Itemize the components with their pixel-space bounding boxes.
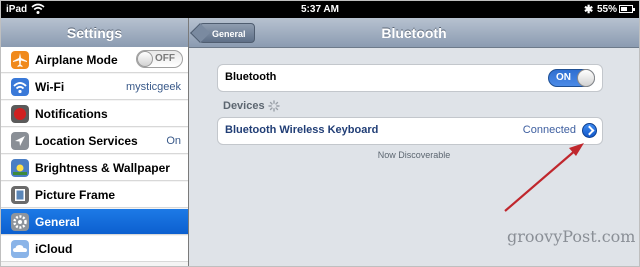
sidebar-item-airplane-mode[interactable]: Airplane Mode OFF xyxy=(1,47,188,73)
settings-sidebar: Settings Airplane Mode OFF Wi-Fi mysticg… xyxy=(1,18,189,266)
battery-nub xyxy=(633,8,635,11)
picture-frame-icon xyxy=(11,186,29,204)
disclosure-chevron-icon[interactable] xyxy=(582,123,597,138)
device-name: Bluetooth Wireless Keyboard xyxy=(225,124,379,136)
wifi-icon xyxy=(11,78,29,96)
gear-icon xyxy=(11,213,29,231)
sidebar-item-label: General xyxy=(35,215,80,229)
sidebar-item-brightness-wallpaper[interactable]: Brightness & Wallpaper xyxy=(1,155,188,181)
status-bar: iPad 5:37 AM ✱ 55% xyxy=(1,1,639,18)
sidebar-item-label: Location Services xyxy=(35,134,138,148)
toggle-state: ON xyxy=(556,72,571,83)
detail-navbar: General Bluetooth xyxy=(189,18,639,48)
sidebar-item-label: Picture Frame xyxy=(35,188,116,202)
bluetooth-row-label: Bluetooth xyxy=(225,71,277,83)
brightness-icon xyxy=(11,159,29,177)
toggle-state: OFF xyxy=(155,53,175,64)
sidebar-item-label: iCloud xyxy=(35,242,73,256)
sidebar-item-location-services[interactable]: Location Services On xyxy=(1,128,188,154)
sidebar-item-label: Notifications xyxy=(35,107,108,121)
icloud-icon xyxy=(11,240,29,258)
device-status: Connected xyxy=(522,124,576,136)
battery-icon xyxy=(619,5,635,13)
bluetooth-toggle-row: Bluetooth ON xyxy=(217,64,603,92)
location-icon xyxy=(11,132,29,150)
ipad-screen: iPad 5:37 AM ✱ 55% Settings Airplane Mod… xyxy=(0,0,640,267)
watermark: groovyPost.com xyxy=(507,227,636,246)
sidebar-item-label: Brightness & Wallpaper xyxy=(35,161,170,175)
bluetooth-icon: ✱ xyxy=(584,4,594,16)
loading-spinner-icon xyxy=(268,100,280,112)
bluetooth-toggle[interactable]: ON xyxy=(548,69,595,87)
airplane-mode-toggle[interactable]: OFF xyxy=(136,50,183,68)
toggle-knob xyxy=(577,69,595,87)
annotation-arrow-icon xyxy=(504,143,584,212)
sidebar-item-notifications[interactable]: Notifications xyxy=(1,101,188,127)
clock: 5:37 AM xyxy=(301,4,339,15)
sidebar-item-icloud[interactable]: iCloud xyxy=(1,236,188,262)
wifi-network-name: mysticgeek xyxy=(125,81,181,93)
sidebar-navbar: Settings xyxy=(1,18,188,48)
sidebar-title: Settings xyxy=(66,25,123,41)
devices-section-header: Devices xyxy=(223,100,265,112)
sidebar-item-wifi[interactable]: Wi-Fi mysticgeek xyxy=(1,74,188,100)
notifications-icon xyxy=(11,105,29,123)
sidebar-item-picture-frame[interactable]: Picture Frame xyxy=(1,182,188,208)
battery-fill xyxy=(621,7,627,11)
sidebar-item-label: Airplane Mode xyxy=(35,53,118,67)
sidebar-item-label: Wi-Fi xyxy=(35,80,65,94)
page-title: Bluetooth xyxy=(381,25,447,41)
location-services-value: On xyxy=(166,135,181,147)
battery-percent: 55% xyxy=(597,4,618,15)
airplane-icon xyxy=(11,51,29,69)
sidebar-item-general[interactable]: General xyxy=(1,209,188,235)
toggle-knob xyxy=(137,51,153,67)
